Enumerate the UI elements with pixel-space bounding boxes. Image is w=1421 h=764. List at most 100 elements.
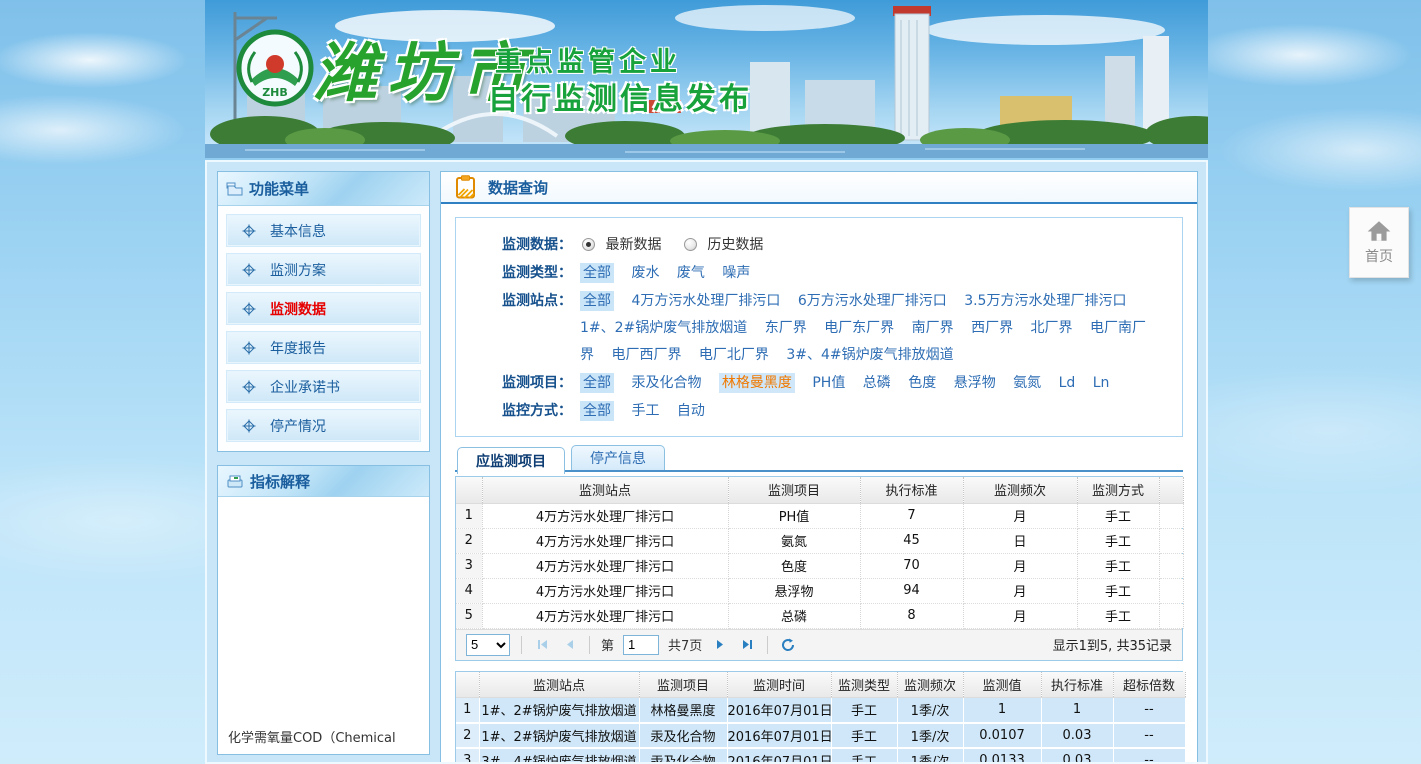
divider: [521, 636, 522, 654]
banner: ZHB 潍坊市 重点监管企业 自行监测信息发布: [205, 0, 1208, 158]
filter-option-station[interactable]: 南厂界: [912, 320, 954, 336]
filter-option-item-all[interactable]: 全部: [580, 373, 614, 393]
cell-frequency: 1季/次: [897, 748, 963, 764]
cell-frequency: 月: [963, 553, 1077, 578]
filter-row-data: 监测数据： 最新数据 历史数据: [490, 232, 1182, 259]
next-page-button[interactable]: [711, 636, 729, 654]
tab-required-items[interactable]: 应监测项目: [457, 447, 565, 474]
filter-option-station[interactable]: 6万方污水处理厂排污口: [798, 293, 947, 309]
header-index: [456, 477, 482, 503]
page-number-input[interactable]: [623, 635, 659, 655]
filter-option-auto[interactable]: 自动: [677, 403, 705, 419]
cell-spacer: [1159, 578, 1183, 603]
filter-option-wastewater[interactable]: 废水: [631, 265, 659, 281]
filter-option-ph[interactable]: PH值: [812, 375, 845, 391]
filter-option-type-all[interactable]: 全部: [580, 263, 614, 283]
header-frequency: 监测频次: [963, 477, 1077, 503]
tab-shutdown-info[interactable]: 停产信息: [571, 445, 665, 470]
sidebar-item-label: 基本信息: [270, 221, 326, 241]
compass-icon: [242, 224, 256, 238]
header-item: 监测项目: [639, 672, 727, 698]
cell-spacer: [1159, 553, 1183, 578]
page-title: 数据查询: [488, 177, 548, 198]
cell-value: 0.0107: [963, 723, 1041, 748]
required-items-grid: 监测站点 监测项目 执行标准 监测频次 监测方式 1 4万方污水处理厂排污口 P…: [455, 476, 1183, 661]
monitoring-results-table: 监测站点 监测项目 监测时间 监测类型 监测频次 监测值 执行标准 超标倍数 1…: [456, 672, 1186, 764]
filter-option-chroma[interactable]: 色度: [908, 375, 936, 391]
filter-label: 监测数据：: [490, 232, 572, 259]
cell-standard: 8: [860, 603, 963, 628]
sidebar-item-label: 监测数据: [270, 299, 326, 319]
filter-option-phosphorus[interactable]: 总磷: [863, 375, 891, 391]
sidebar-item-basic-info[interactable]: 基本信息: [227, 215, 420, 246]
record-summary: 显示1到5, 共35记录: [1053, 635, 1172, 654]
filter-row-type: 监测类型： 全部 废水 废气 噪声: [490, 260, 1182, 287]
filter-option-station[interactable]: 3#、4#锅炉废气排放烟道: [786, 347, 953, 363]
filter-option-station[interactable]: 1#、2#锅炉废气排放烟道: [580, 320, 747, 336]
radio-latest-data[interactable]: [582, 238, 595, 251]
row-index: 1: [456, 503, 482, 528]
filter-option-suspended-solids[interactable]: 悬浮物: [954, 375, 996, 391]
radio-label-history[interactable]: 历史数据: [707, 237, 763, 253]
sidebar-item-label: 年度报告: [270, 338, 326, 358]
filter-row-item: 监测项目： 全部 汞及化合物 林格曼黑度 PH值 总磷 色度 悬浮物 氨氮 Ld…: [490, 370, 1182, 397]
sidebar-item-shutdown-status[interactable]: 停产情况: [227, 410, 420, 441]
filter-option-exhaust-gas[interactable]: 废气: [677, 265, 705, 281]
filter-option-ringelmann[interactable]: 林格曼黑度: [719, 373, 795, 393]
cell-type: 手工: [831, 698, 897, 723]
required-items-table: 监测站点 监测项目 执行标准 监测频次 监测方式 1 4万方污水处理厂排污口 P…: [456, 477, 1184, 629]
header-method: 监测方式: [1077, 477, 1159, 503]
sidebar-item-annual-report[interactable]: 年度报告: [227, 332, 420, 363]
refresh-button[interactable]: [779, 636, 797, 654]
filter-option-ammonia[interactable]: 氨氮: [1013, 375, 1041, 391]
cell-station: 1#、2#锅炉废气排放烟道: [479, 723, 639, 748]
table-row: 5 4万方污水处理厂排污口 总磷 8 月 手工: [456, 603, 1183, 628]
indicator-header: 指标解释: [218, 466, 429, 497]
divider: [767, 636, 768, 654]
filter-option-mercury[interactable]: 汞及化合物: [631, 375, 701, 391]
filter-option-noise[interactable]: 噪声: [722, 265, 750, 281]
filter-label: 监测项目：: [490, 370, 572, 397]
filter-option-ld[interactable]: Ld: [1059, 375, 1076, 391]
sidebar-item-monitoring-data[interactable]: 监测数据: [227, 293, 420, 324]
filter-option-station-all[interactable]: 全部: [580, 291, 614, 311]
filter-option-station[interactable]: 西厂界: [971, 320, 1013, 336]
filter-option-station[interactable]: 东厂界: [765, 320, 807, 336]
filter-row-station: 监测站点： 全部 4万方污水处理厂排污口 6万方污水处理厂排污口 3.5万方污水…: [490, 288, 1182, 369]
first-page-button[interactable]: [533, 636, 551, 654]
filter-option-station[interactable]: 北厂界: [1031, 320, 1073, 336]
sidebar-item-commitment[interactable]: 企业承诺书: [227, 371, 420, 402]
cell-frequency: 月: [963, 603, 1077, 628]
filter-option-mode-all[interactable]: 全部: [580, 401, 614, 421]
filter-option-station[interactable]: 电厂北厂界: [699, 347, 769, 363]
environmental-bureau-logo: ZHB: [235, 28, 315, 108]
table-row: 1 1#、2#锅炉废气排放烟道 林格曼黑度 2016年07月01日-09 手工 …: [456, 698, 1185, 723]
cell-frequency: 1季/次: [897, 698, 963, 723]
indicator-panel: 指标解释 化学需氧量COD（Chemical Oxygen Demand）: [217, 465, 430, 755]
radio-label-latest[interactable]: 最新数据: [605, 237, 661, 253]
main-panel: 数据查询 监测数据： 最新数据 历史数据 监测类型： 全部 废水 废气 噪声: [440, 171, 1198, 764]
header-frequency: 监测频次: [897, 672, 963, 698]
header-index: [456, 672, 479, 698]
cell-time: 2016年07月01日-09: [727, 698, 831, 723]
cell-method: 手工: [1077, 503, 1159, 528]
filter-option-manual[interactable]: 手工: [631, 403, 659, 419]
radio-history-data[interactable]: [684, 238, 697, 251]
main-header: 数据查询: [441, 172, 1197, 204]
cell-station: 4万方污水处理厂排污口: [482, 603, 728, 628]
filter-option-ln[interactable]: Ln: [1093, 375, 1110, 391]
cell-station: 3#、4#锅炉废气排放烟道: [479, 748, 639, 764]
home-button[interactable]: 首页: [1349, 207, 1409, 278]
cell-standard: 0.03: [1041, 723, 1113, 748]
cell-frequency: 月: [963, 503, 1077, 528]
filter-option-station[interactable]: 3.5万方污水处理厂排污口: [964, 293, 1126, 309]
prev-page-button[interactable]: [560, 636, 578, 654]
filter-option-station[interactable]: 电厂西厂界: [611, 347, 681, 363]
filter-option-station[interactable]: 电厂东厂界: [824, 320, 894, 336]
page-size-select[interactable]: 5: [466, 634, 510, 656]
last-page-button[interactable]: [738, 636, 756, 654]
table-header-row: 监测站点 监测项目 执行标准 监测频次 监测方式: [456, 477, 1183, 503]
cell-type: 手工: [831, 723, 897, 748]
sidebar-item-monitoring-plan[interactable]: 监测方案: [227, 254, 420, 285]
filter-option-station[interactable]: 4万方污水处理厂排污口: [631, 293, 780, 309]
